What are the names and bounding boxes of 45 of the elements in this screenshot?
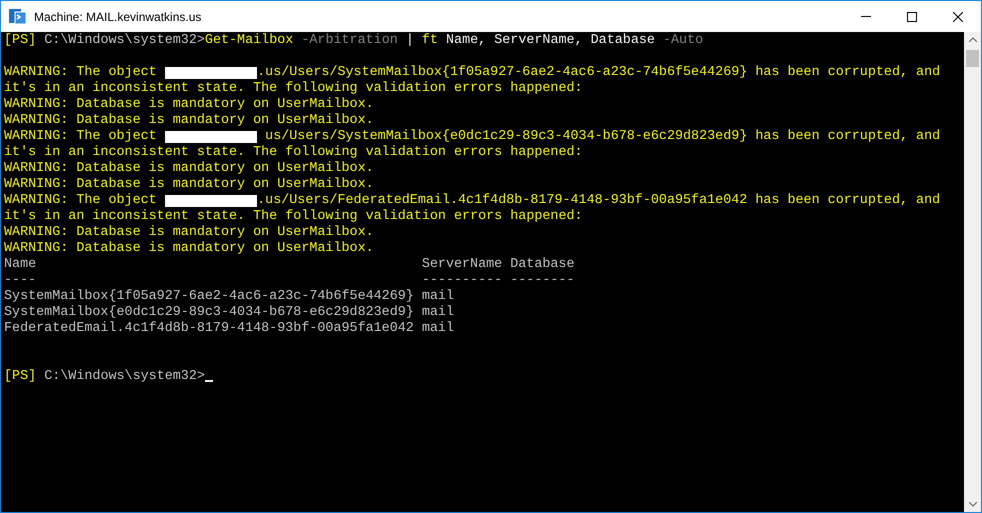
minimize-icon bbox=[861, 16, 871, 17]
table-cell-text: mail bbox=[422, 289, 455, 305]
warning-text: WARNING: The object bbox=[4, 129, 158, 145]
warning-text: WARNING: Database is mandatory on UserMailbox. bbox=[4, 97, 374, 113]
header-underline: ---------- bbox=[422, 273, 502, 289]
warning-text: .us/Users/SystemMailbox{1f05a927-6ae2-4ac6-a23c-74b6f5e44269} has been corrupted, and bbox=[257, 65, 940, 81]
console-text: [PS] bbox=[4, 369, 36, 385]
console-text: [PS] bbox=[4, 33, 36, 49]
window-title: Machine: MAIL.kevinwatkins.us bbox=[34, 8, 202, 26]
scrollbar-thumb[interactable] bbox=[966, 50, 979, 67]
warning-text: WARNING: Database is mandatory on UserMailbox. bbox=[4, 161, 374, 177]
maximize-icon bbox=[907, 12, 917, 22]
warning-text: WARNING: Database is mandatory on UserMailbox. bbox=[4, 113, 374, 129]
warning-text: it's in an inconsistent state. The following validation errors happened: bbox=[4, 81, 583, 97]
console-text: Get-Mailbox bbox=[204, 33, 294, 49]
table-cell-text: mail bbox=[422, 305, 455, 321]
vertical-scrollbar[interactable] bbox=[964, 32, 981, 512]
column-header: ServerName bbox=[422, 257, 502, 273]
table-cell: SystemMailbox{1f05a927-6ae2-4ac6-a23c-74b6f5e44269} bbox=[4, 289, 414, 305]
warning-text: WARNING: Database is mandatory on UserMailbox. bbox=[4, 241, 374, 257]
header-underline: -------- bbox=[510, 273, 574, 289]
warning-text: WARNING: Database is mandatory on UserMailbox. bbox=[4, 225, 374, 241]
warning-text: it's in an inconsistent state. The following validation errors happened: bbox=[4, 145, 583, 161]
close-icon bbox=[953, 12, 963, 22]
console-text: Name, ServerName, Database bbox=[445, 33, 655, 49]
warning-text: WARNING: The object bbox=[4, 65, 158, 81]
warning-text: WARNING: The object bbox=[4, 193, 158, 209]
warning-text: .us/Users/FederatedEmail.4c1f4d8b-8179-4148-93bf-00a95fa1e042 has been corrupted, and bbox=[257, 193, 940, 209]
console-text: -Arbitration bbox=[300, 33, 399, 49]
console-text: | bbox=[406, 33, 414, 49]
text-cursor bbox=[204, 380, 213, 382]
table-cell: FederatedEmail.4c1f4d8b-8179-4148-93bf-00a95fa1e042 bbox=[4, 321, 414, 337]
warning-text: it's in an inconsistent state. The following validation errors happened: bbox=[4, 209, 583, 225]
console-text: C:\Windows\system32> bbox=[43, 369, 205, 385]
header-underline: ---- bbox=[4, 273, 38, 289]
warning-text: WARNING: Database is mandatory on UserMailbox. bbox=[4, 177, 374, 193]
console-text: -Auto bbox=[662, 33, 704, 49]
warning-text: us/Users/SystemMailbox{e0dc1c29-89c3-4034-b678-e6c29d823ed9} has been corrupted, and bbox=[264, 129, 940, 145]
console-text: ft bbox=[420, 33, 438, 49]
table-cell: SystemMailbox{e0dc1c29-89c3-4034-b678-e6c29d823ed9} bbox=[4, 305, 414, 321]
remote-console-icon bbox=[9, 8, 26, 25]
console-text: C:\Windows\system32> bbox=[43, 33, 205, 49]
column-header: Name bbox=[4, 257, 38, 273]
table-cell-text: mail bbox=[422, 321, 455, 337]
column-header: Database bbox=[510, 257, 574, 273]
